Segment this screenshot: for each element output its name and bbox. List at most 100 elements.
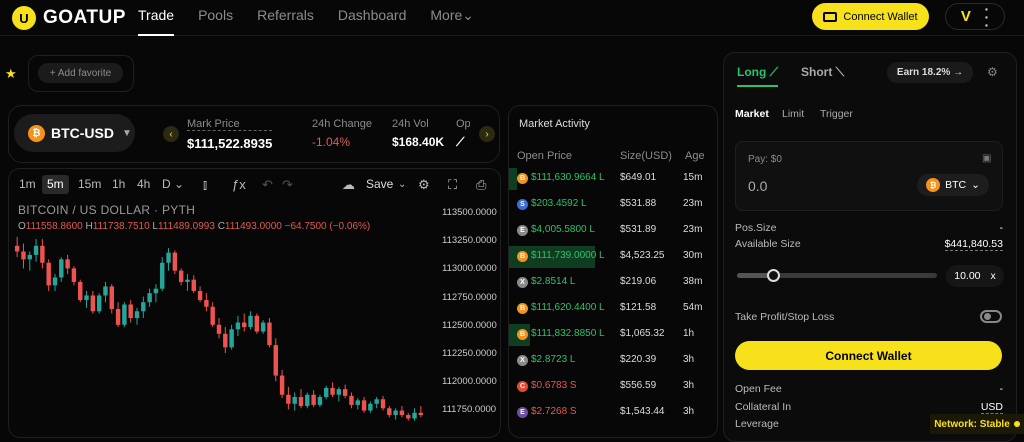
camera-icon[interactable]: ⎙ bbox=[476, 175, 486, 194]
order-type-market[interactable]: Market bbox=[735, 108, 769, 120]
candle bbox=[311, 390, 316, 408]
timeframe-5m[interactable]: 5m bbox=[42, 175, 69, 194]
chevron-down-icon[interactable]: ⌄ bbox=[398, 175, 406, 194]
candle bbox=[128, 299, 133, 323]
save-button[interactable]: Save bbox=[366, 175, 393, 194]
fullscreen-icon[interactable]: ⛶ bbox=[448, 175, 457, 194]
stat-label: 24h Change bbox=[312, 118, 372, 130]
available-size-label: Available Size bbox=[735, 238, 801, 250]
candle bbox=[305, 392, 310, 409]
market-activity-title: Market Activity bbox=[519, 118, 590, 130]
market-activity-row[interactable]: C $0.6783 S $556.59 3h bbox=[509, 374, 718, 400]
open-fee-value: - bbox=[999, 383, 1004, 395]
candle-body bbox=[223, 333, 228, 348]
market-activity-row[interactable]: B $111,620.4400 L $121.58 54m bbox=[509, 296, 718, 322]
leverage-slider-handle[interactable] bbox=[767, 269, 780, 282]
scroll-left-button[interactable]: ‹ bbox=[163, 126, 179, 142]
connect-wallet-button[interactable]: Connect Wallet bbox=[812, 3, 929, 30]
gear-icon[interactable]: ⚙ bbox=[418, 175, 430, 194]
market-activity-row[interactable]: S $203.4592 L $531.88 23m bbox=[509, 192, 718, 218]
candle bbox=[153, 284, 159, 303]
account-menu[interactable]: V · · · bbox=[945, 2, 1005, 32]
candle-body bbox=[14, 245, 20, 252]
candle bbox=[84, 290, 89, 308]
gear-icon[interactable]: ⚙ bbox=[987, 65, 998, 79]
open-price: $2.8723 L bbox=[531, 354, 576, 365]
stat-value: $111,522.8935 bbox=[187, 136, 273, 151]
order-type-trigger[interactable]: Trigger bbox=[820, 108, 853, 120]
candle bbox=[166, 248, 171, 271]
candle-body bbox=[349, 395, 354, 405]
brand-logo[interactable]: U GOATUP bbox=[12, 6, 126, 30]
nav-trade[interactable]: Trade bbox=[138, 0, 175, 36]
candle-body bbox=[21, 251, 26, 260]
pay-amount-input[interactable]: 0.0 bbox=[748, 178, 767, 194]
nav-dashboard[interactable]: Dashboard bbox=[338, 0, 407, 36]
collateral-value[interactable]: USD bbox=[980, 401, 1003, 414]
timeframe-d[interactable]: D ⌄ bbox=[157, 175, 189, 194]
pair-label: BTC-USD bbox=[51, 125, 114, 141]
position-size: $531.88 bbox=[620, 198, 657, 209]
candle-body bbox=[235, 322, 241, 330]
candle-body bbox=[412, 412, 417, 419]
candle bbox=[368, 401, 373, 413]
timeframe-4h[interactable]: 4h bbox=[132, 175, 155, 194]
nav-pools[interactable]: Pools bbox=[198, 0, 233, 36]
candle-body bbox=[260, 322, 266, 332]
pay-coin-selector[interactable]: ₿ BTC ⌄ bbox=[917, 174, 989, 196]
candle bbox=[286, 386, 291, 410]
star-icon[interactable]: ★ bbox=[5, 66, 17, 82]
add-favorite-button[interactable]: + Add favorite bbox=[38, 63, 123, 83]
candle bbox=[90, 290, 96, 314]
leverage-value: 10.00 bbox=[954, 270, 981, 282]
candle-body bbox=[399, 410, 405, 416]
earn-button[interactable]: Earn 18.2% → bbox=[887, 62, 973, 83]
long-tab[interactable]: Long ⟋ bbox=[737, 65, 779, 87]
btc-coin-icon: ₿ bbox=[926, 178, 941, 192]
nav-more[interactable]: More⌄ bbox=[430, 0, 474, 36]
candle bbox=[191, 275, 196, 294]
candle-body bbox=[387, 408, 392, 416]
market-activity-row[interactable]: X $2.8723 L $220.39 3h bbox=[509, 348, 718, 374]
indicators-icon[interactable]: ƒx bbox=[232, 175, 246, 194]
market-activity-row[interactable]: B $111,739.0000 L $4,523.25 30m bbox=[509, 244, 718, 270]
candle-body bbox=[279, 375, 285, 395]
candle-body bbox=[393, 410, 398, 416]
redo-icon[interactable]: ↷ bbox=[282, 175, 293, 194]
open-price: $0.6783 S bbox=[531, 380, 577, 391]
order-type-limit[interactable]: Limit bbox=[782, 108, 804, 120]
available-size-value: $441,840.53 bbox=[944, 238, 1003, 251]
candle-type-icon[interactable]: ⫾ bbox=[203, 175, 207, 194]
age: 23m bbox=[683, 224, 703, 235]
candle-body bbox=[185, 279, 190, 282]
scroll-right-button[interactable]: › bbox=[479, 126, 495, 142]
short-tab[interactable]: Short ⟍ bbox=[801, 65, 844, 80]
candle bbox=[387, 406, 392, 418]
candle bbox=[399, 406, 405, 418]
market-activity-row[interactable]: X $2.8514 L $219.06 38m bbox=[509, 270, 718, 296]
market-activity-row[interactable]: E $4,005.5800 L $531.89 23m bbox=[509, 218, 718, 244]
market-activity-row[interactable]: E $2.7268 S $1,543.44 3h bbox=[509, 400, 718, 426]
price-tick-label: 112000.0000 bbox=[442, 376, 497, 388]
market-activity-row[interactable]: B $111,832.8850 L $1,065.32 1h bbox=[509, 322, 718, 348]
candle bbox=[40, 239, 45, 269]
candle bbox=[279, 369, 285, 399]
leverage-input[interactable]: 10.00 x bbox=[946, 265, 1004, 287]
timeframe-1h[interactable]: 1h bbox=[107, 175, 130, 194]
chevron-down-icon: ⌄ bbox=[174, 177, 185, 191]
more-vertical-icon[interactable]: · · · bbox=[985, 2, 990, 32]
position-size: $121.58 bbox=[620, 302, 657, 313]
candle bbox=[393, 408, 398, 420]
undo-icon[interactable]: ↶ bbox=[262, 175, 273, 194]
candlestick-chart[interactable] bbox=[10, 195, 430, 438]
market-activity-row[interactable]: B $111,630.9664 L $649.01 15m bbox=[509, 166, 718, 192]
coin-icon: B bbox=[517, 303, 528, 314]
connect-wallet-main-button[interactable]: Connect Wallet bbox=[735, 341, 1002, 370]
timeframe-1m[interactable]: 1m bbox=[14, 175, 41, 194]
tpsl-toggle[interactable] bbox=[980, 310, 1002, 323]
timeframe-15m[interactable]: 15m bbox=[73, 175, 106, 194]
position-size: $1,543.44 bbox=[620, 406, 665, 417]
stat-mark-price: Mark Price $111,522.8935 bbox=[187, 118, 273, 151]
pair-selector[interactable]: ₿ BTC-USD ▼ bbox=[14, 114, 135, 152]
nav-referrals[interactable]: Referrals bbox=[257, 0, 314, 36]
